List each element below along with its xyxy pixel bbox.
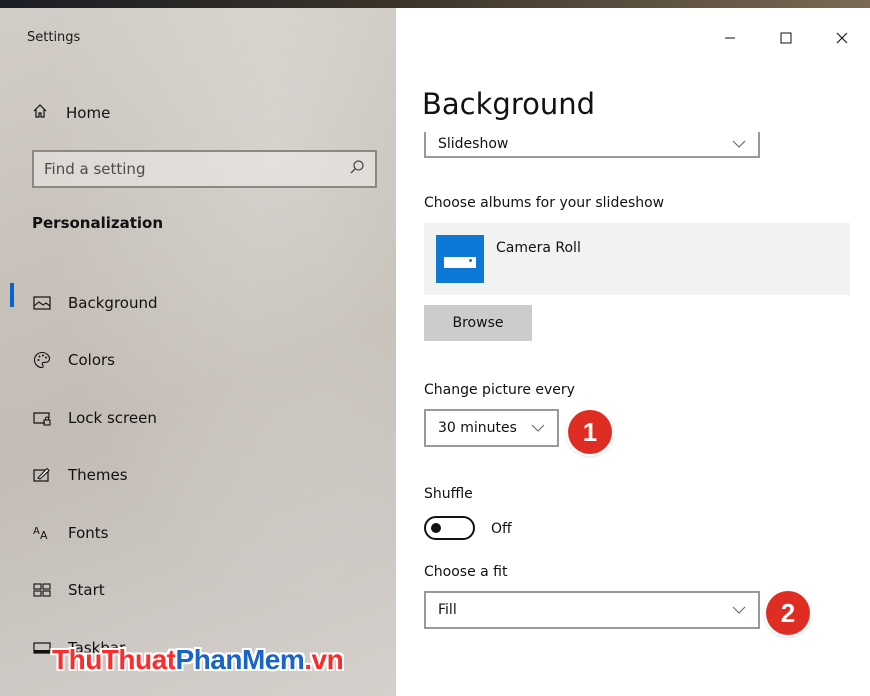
minimize-button[interactable] [702,26,758,50]
album-item[interactable]: Camera Roll [424,223,850,295]
sidebar-item-home[interactable]: Home [32,96,372,130]
sidebar: Settings Home Personalization Background [0,8,396,696]
palette-icon [32,350,52,370]
section-title: Personalization [32,214,164,232]
lock-screen-icon [32,408,52,428]
page-title: Background [422,87,596,121]
maximize-button[interactable] [758,26,814,50]
sidebar-item-background[interactable]: Background [0,274,396,332]
chevron-down-icon [732,136,746,152]
shuffle-label: Shuffle [424,486,473,502]
sidebar-item-lock-screen[interactable]: Lock screen [0,389,396,447]
search-input[interactable] [44,160,349,178]
fit-label: Choose a fit [424,564,508,580]
chevron-down-icon [732,602,746,618]
browse-button[interactable]: Browse [424,305,532,341]
chevron-down-icon [531,420,545,436]
album-thumbnail [436,235,484,283]
taskbar-icon [32,638,52,658]
shuffle-toggle[interactable] [424,516,475,540]
fit-value: Fill [438,602,457,618]
sidebar-item-label: Background [68,293,158,312]
search-icon[interactable] [349,159,365,179]
sidebar-item-label: Colors [68,351,115,370]
annotation-badge-2: 2 [766,591,810,635]
main-panel: Background Slideshow Choose albums for y… [396,8,870,696]
svg-text:A: A [40,529,48,541]
sidebar-item-themes[interactable]: Themes [0,447,396,505]
albums-label: Choose albums for your slideshow [424,195,665,211]
sidebar-item-label: Fonts [68,523,109,542]
maximize-icon [780,32,792,44]
background-type-value: Slideshow [438,136,509,152]
watermark: ThuThuatPhanMem.vn [52,644,344,675]
change-picture-label: Change picture every [424,382,575,398]
sidebar-nav: Background Colors Lock screen Themes A A… [0,274,396,677]
background-type-dropdown[interactable]: Slideshow [424,132,760,158]
close-icon [836,32,848,44]
album-name: Camera Roll [496,240,581,256]
fonts-icon: AA [32,523,52,543]
home-label: Home [66,104,111,122]
toggle-knob [431,523,441,533]
annotation-badge-1: 1 [568,410,612,454]
sidebar-item-fonts[interactable]: AA Fonts [0,504,396,562]
shuffle-state: Off [491,521,512,537]
sidebar-item-label: Start [68,581,105,600]
background-icon [32,293,52,313]
desktop-strip [0,0,870,8]
search-box[interactable] [32,150,377,188]
svg-text:A: A [33,526,40,537]
sidebar-item-label: Lock screen [68,408,157,427]
close-button[interactable] [814,26,870,50]
themes-icon [32,465,52,485]
sidebar-item-label: Themes [68,466,128,485]
app-title: Settings [27,30,81,45]
minimize-icon [725,37,735,39]
settings-window: Settings Home Personalization Background [0,0,870,696]
sidebar-item-colors[interactable]: Colors [0,332,396,390]
change-interval-value: 30 minutes [438,420,517,436]
start-icon [32,580,52,600]
home-icon [32,103,48,123]
fit-dropdown[interactable]: Fill [424,591,760,629]
change-interval-dropdown[interactable]: 30 minutes [424,409,559,447]
sidebar-item-start[interactable]: Start [0,562,396,620]
window-controls [702,26,870,50]
